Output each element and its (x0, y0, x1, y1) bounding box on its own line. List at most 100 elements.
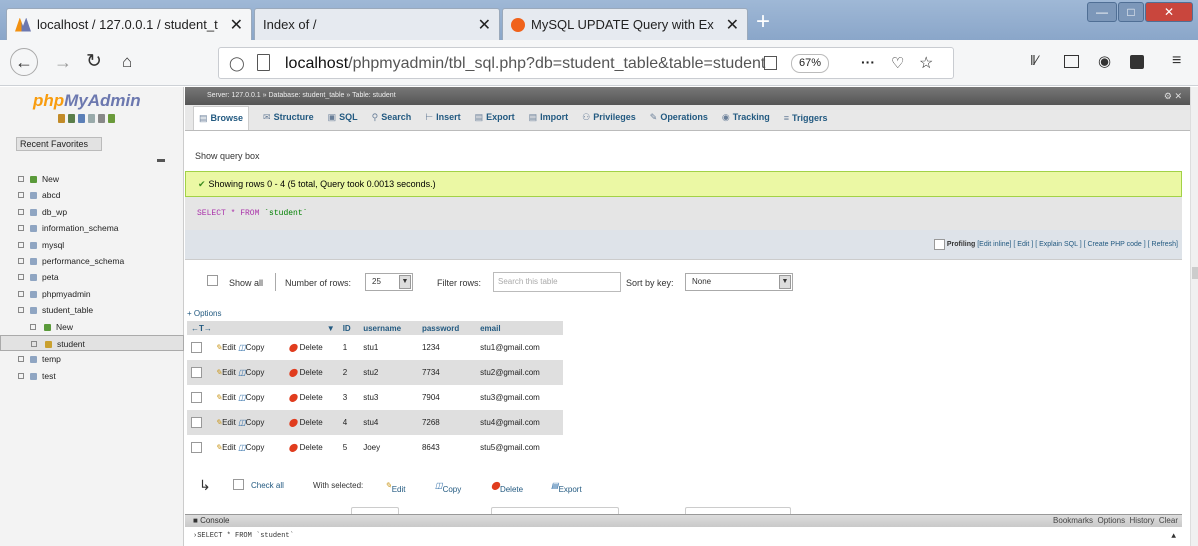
breadcrumb-table[interactable]: Table: student (352, 92, 396, 99)
copy-button[interactable]: ◫Copy (238, 393, 264, 402)
edit-button[interactable]: ✎Edit (215, 368, 236, 377)
show-all-checkbox[interactable] (207, 275, 218, 286)
zoom-level-badge[interactable]: 67% (791, 54, 829, 73)
console-bar[interactable]: ■ Console Bookmarks Options History Clea… (185, 514, 1182, 527)
query-window-icon[interactable] (78, 114, 85, 123)
check-all-label[interactable]: Check all (251, 481, 284, 490)
phpmyadmin-logo[interactable]: phpMyAdmin (33, 91, 141, 111)
edit-button[interactable]: ✎Edit (215, 443, 236, 452)
close-tab-icon[interactable]: ✕ (478, 15, 491, 35)
profiling-checkbox[interactable] (933, 238, 945, 250)
sort-arrows-header[interactable]: ←T→ ▼ (187, 321, 339, 335)
close-tab-icon[interactable]: ✕ (726, 15, 739, 35)
bulk-edit-button[interactable]: ✎ Edit (385, 481, 406, 494)
back-arrow-icon[interactable]: ← (10, 48, 38, 76)
url-bar[interactable]: ◯ localhost/phpmyadmin/tbl_sql.php?db=st… (218, 47, 954, 79)
bookmark-star-icon[interactable]: ☆ (919, 53, 933, 73)
tab-export[interactable]: ▤ Export (475, 112, 515, 123)
expand-toggle-icon[interactable] (18, 274, 24, 281)
sidebar-icon[interactable] (1064, 55, 1079, 68)
maximize-window-icon[interactable]: □ (1118, 2, 1144, 22)
edit-button[interactable]: ✎Edit (215, 393, 236, 402)
rows-per-page-select[interactable]: 25 ▼ (365, 273, 413, 291)
favorites-tab[interactable]: Favorites (51, 139, 88, 149)
tab-browse[interactable]: ▤ Browse (193, 105, 250, 130)
expand-toggle-icon[interactable] (18, 290, 24, 297)
row-checkbox[interactable] (191, 392, 202, 403)
delete-button[interactable]: ⬤ Delete (288, 343, 322, 352)
tree-item[interactable]: db_wp (0, 204, 184, 220)
docs-icon[interactable] (88, 114, 95, 123)
expand-toggle-icon[interactable] (18, 225, 24, 232)
tree-item[interactable]: phpmyadmin (0, 286, 184, 302)
tab-import[interactable]: ▤ Import (529, 112, 569, 123)
logout-icon[interactable] (68, 114, 75, 123)
reload-nav-icon[interactable] (108, 114, 115, 123)
page-scrollbar[interactable] (1190, 87, 1198, 546)
new-node-icon[interactable] (18, 176, 24, 182)
menu-hamburger-icon[interactable]: ≡ (1172, 52, 1181, 70)
check-all-checkbox[interactable] (233, 479, 244, 490)
sort-arrow-icon[interactable]: ▼ (327, 324, 335, 333)
reader-view-icon[interactable] (764, 56, 777, 70)
settings-gear-icon[interactable] (98, 114, 105, 123)
tab-index-of[interactable]: Index of / ✕ (254, 8, 500, 40)
console-title[interactable]: Console (200, 516, 229, 525)
copy-button[interactable]: ◫Copy (238, 368, 264, 377)
tree-item[interactable]: information_schema (0, 220, 184, 236)
page-actions-icon[interactable]: ··· (861, 54, 875, 70)
expand-toggle-icon[interactable] (18, 241, 24, 248)
console-expand-icon[interactable]: ▲ (1171, 527, 1176, 546)
tree-item[interactable]: mysql (0, 237, 184, 253)
close-tab-icon[interactable]: ✕ (230, 15, 243, 35)
delete-button[interactable]: ⬤ Delete (288, 418, 322, 427)
tree-item[interactable]: peta (0, 269, 184, 285)
bulk-export-button[interactable]: ▤ Export (551, 481, 582, 494)
filter-rows-input[interactable]: Search this table (493, 272, 621, 292)
scroll-thumb[interactable] (1192, 267, 1198, 279)
tree-item[interactable]: temp (0, 351, 184, 367)
tree-item[interactable]: New (0, 319, 184, 335)
pocket-icon[interactable]: ♡ (891, 54, 904, 72)
show-query-box-link[interactable]: Show query box (195, 151, 260, 161)
expand-toggle-icon[interactable] (18, 372, 24, 379)
sort-by-key-select[interactable]: None ▼ (685, 273, 793, 291)
tree-item[interactable]: test (0, 368, 184, 384)
breadcrumb-database[interactable]: Database: student_table » (269, 92, 351, 99)
tab-operations[interactable]: ✎ Operations (650, 112, 708, 123)
home-icon[interactable]: ⌂ (122, 50, 132, 74)
collapse-all-icon[interactable] (157, 159, 165, 162)
console-bookmarks-link[interactable]: Bookmarks (1053, 516, 1093, 525)
delete-button[interactable]: ⬤ Delete (288, 368, 322, 377)
panel-controls-icon[interactable]: ⚙ ✕ (1164, 87, 1182, 105)
column-header-username[interactable]: username (359, 321, 418, 335)
account-icon[interactable]: ◉ (1098, 52, 1111, 70)
expand-toggle-icon[interactable] (18, 192, 24, 199)
column-header-email[interactable]: email (476, 321, 563, 335)
tree-item[interactable]: New (0, 171, 184, 187)
delete-button[interactable]: ⬤ Delete (288, 393, 322, 402)
column-header-id[interactable]: ID (338, 321, 360, 335)
row-checkbox[interactable] (191, 417, 202, 428)
expand-toggle-icon[interactable] (18, 257, 24, 264)
row-checkbox[interactable] (191, 442, 202, 453)
tab-search[interactable]: ⚲ Search (372, 112, 412, 123)
tree-item[interactable]: performance_schema (0, 253, 184, 269)
tab-tracking[interactable]: ◉ Tracking (722, 112, 770, 123)
row-checkbox[interactable] (191, 342, 202, 353)
reload-icon[interactable]: ↻ (86, 50, 102, 74)
library-icon[interactable]: ‖⁄ (1030, 52, 1038, 68)
delete-button[interactable]: ⬤ Delete (288, 443, 322, 452)
expand-toggle-icon[interactable] (31, 340, 37, 347)
edit-button[interactable]: ✎Edit (215, 343, 236, 352)
expand-toggle-icon[interactable] (18, 208, 24, 215)
copy-button[interactable]: ◫Copy (238, 343, 264, 352)
minimize-window-icon[interactable]: — (1087, 2, 1117, 22)
query-links[interactable]: [Edit inline] [ Edit ] [ Explain SQL ] [… (977, 241, 1178, 248)
console-history-link[interactable]: History (1130, 516, 1155, 525)
tree-item[interactable]: student (0, 334, 184, 352)
tab-triggers[interactable]: ≡ Triggers (784, 113, 828, 123)
url-text[interactable]: localhost/phpmyadmin/tbl_sql.php?db=stud… (285, 55, 765, 73)
row-checkbox[interactable] (191, 367, 202, 378)
tab-phpmyadmin[interactable]: localhost / 127.0.0.1 / student_t ✕ (6, 8, 252, 40)
